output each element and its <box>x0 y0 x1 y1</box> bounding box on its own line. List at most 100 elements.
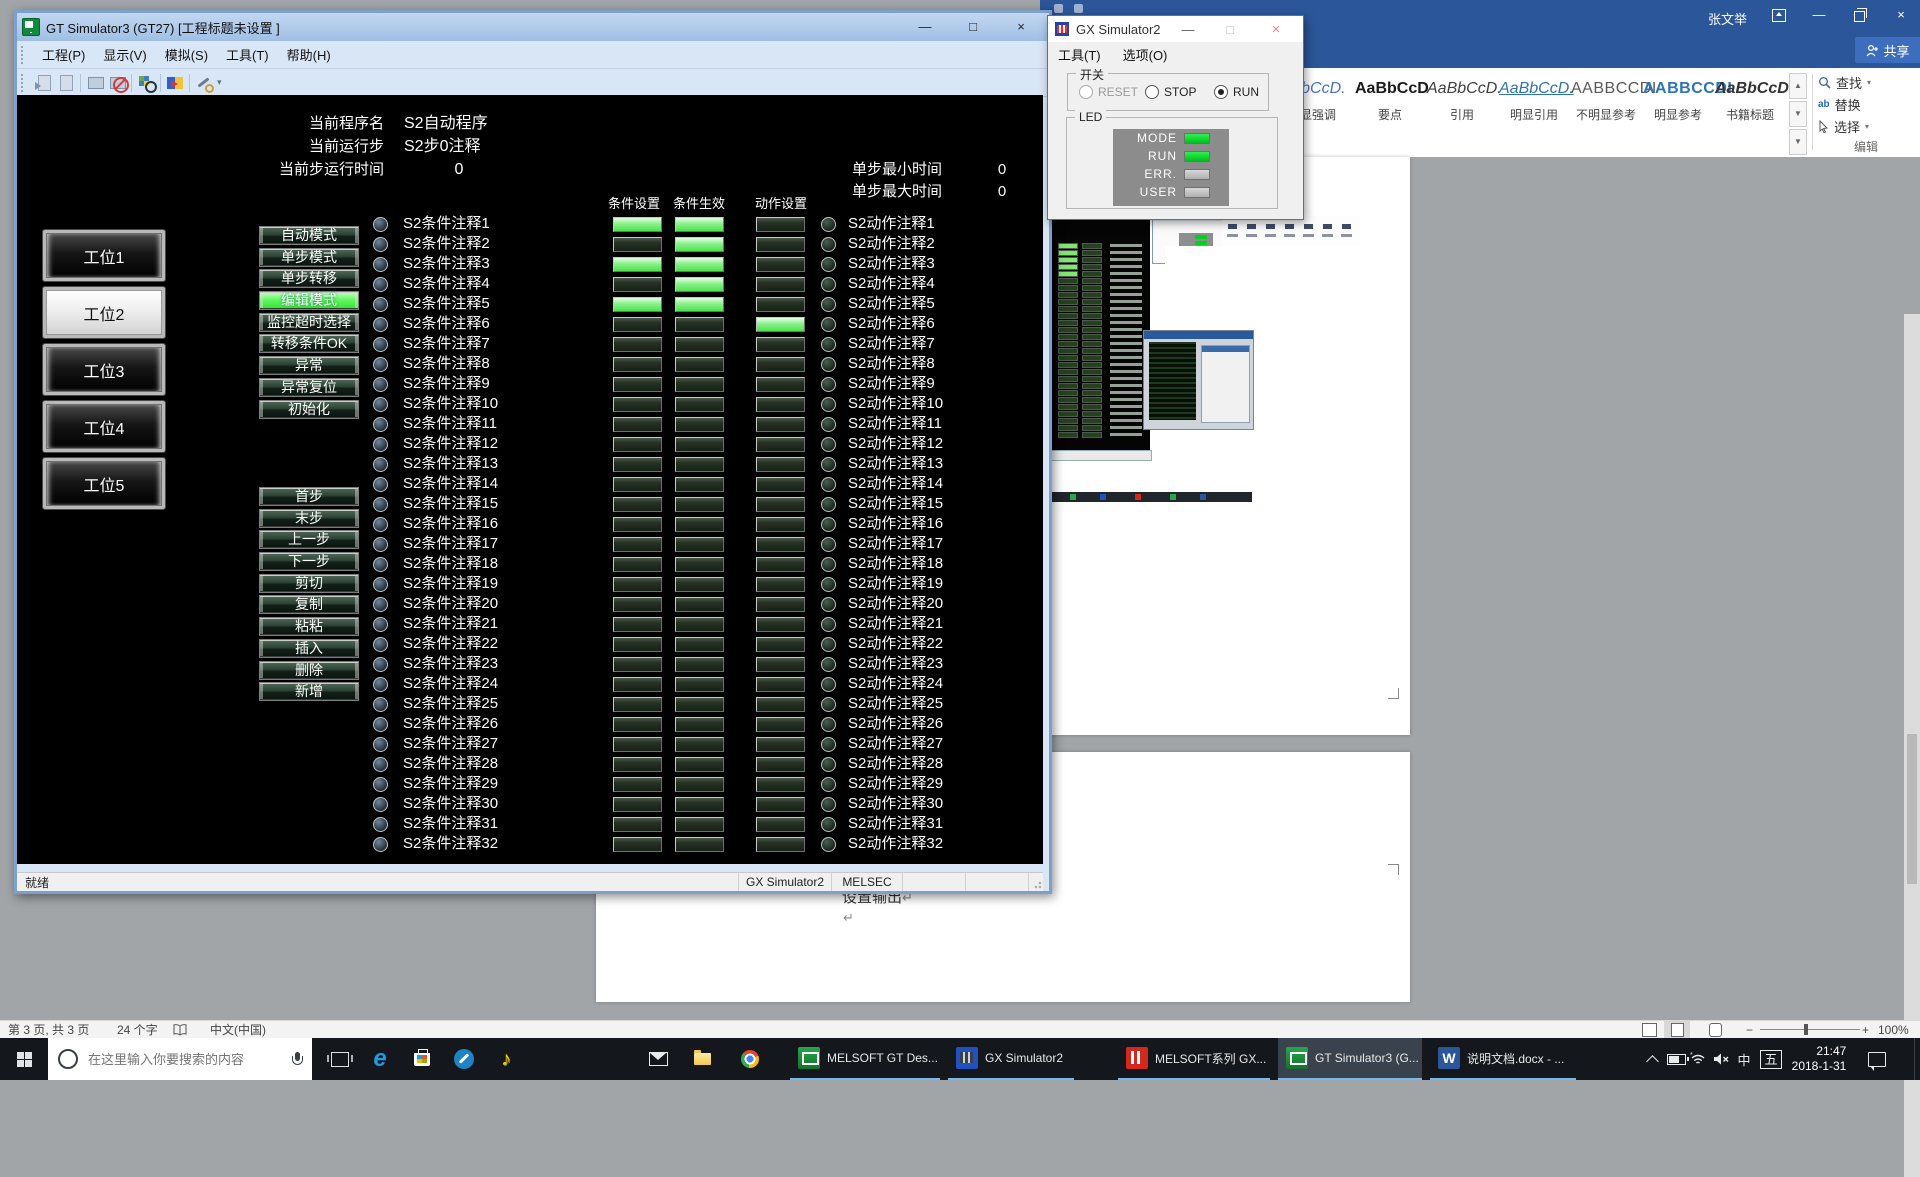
zoom-slider[interactable] <box>1760 1029 1860 1030</box>
zoom-level[interactable]: 100% <box>1878 1022 1909 1038</box>
page-info[interactable]: 第 3 页, 共 3 页 <box>8 1022 89 1038</box>
switch-radio[interactable]: STOP <box>1145 85 1196 99</box>
condition-set-led <box>613 497 662 512</box>
condition-indicator-icon <box>373 637 388 652</box>
gx-minimize-button[interactable]: — <box>1168 19 1208 40</box>
open-project-icon[interactable] <box>34 73 54 93</box>
switch-radio[interactable]: RUN <box>1214 85 1259 99</box>
condition-set-led <box>613 777 662 792</box>
ime-language-indicator[interactable]: 中 <box>1732 1038 1756 1080</box>
toolbar-more-icon[interactable]: ▾ <box>217 77 222 88</box>
style-gallery-item[interactable]: AABBCCDI 明显参考 <box>1643 74 1713 123</box>
tray-chevron-icon[interactable] <box>1640 1038 1664 1080</box>
action-indicator-icon <box>821 597 836 612</box>
option-setup-icon[interactable] <box>194 73 214 93</box>
ribbon-display-options-icon[interactable] <box>1762 4 1796 26</box>
resize-grip[interactable] <box>1028 873 1043 891</box>
gx-menu-item[interactable]: 选项(O) <box>1113 45 1180 64</box>
project-search-icon[interactable] <box>136 73 156 93</box>
search-input[interactable] <box>86 1051 292 1068</box>
clock[interactable]: 21:472018-1-31 <box>1788 1038 1850 1080</box>
style-gallery-item[interactable]: AaBbCcD. 明显引用 <box>1499 74 1569 123</box>
action-comment: S2动作注释5 <box>848 294 935 314</box>
taskbar-app-button[interactable]: MELSOFT系列 GX... <box>1118 1038 1270 1080</box>
transfer-icon[interactable] <box>165 73 185 93</box>
condition-set-led <box>613 677 662 692</box>
save-project-icon[interactable] <box>56 73 76 93</box>
gx-maximize-button[interactable]: □ <box>1210 19 1250 40</box>
style-gallery-item[interactable]: AaBbCcD 要点 <box>1355 74 1425 123</box>
gallery-down-icon[interactable]: ▼ <box>1789 101 1807 127</box>
condition-set-led <box>613 357 662 372</box>
taskbar-app-button[interactable]: GX Simulator2 <box>948 1038 1074 1080</box>
music-app-icon[interactable]: ♪ <box>488 1038 524 1080</box>
read-mode-icon[interactable] <box>1636 1021 1662 1038</box>
select-button[interactable]: 选择▾ <box>1818 116 1914 137</box>
zoom-slider-thumb[interactable] <box>1804 1024 1808 1035</box>
gt-title-bar[interactable]: GT Simulator3 (GT27) [工程标题未设置 ] — □ × <box>17 13 1049 41</box>
gt-maximize-button[interactable]: □ <box>954 17 992 37</box>
microphone-icon[interactable] <box>292 1052 302 1067</box>
app-icon <box>1286 1047 1308 1069</box>
word-minimize-button[interactable]: — <box>1802 4 1836 26</box>
start-button[interactable] <box>0 1038 48 1080</box>
proofing-icon[interactable] <box>173 1024 187 1036</box>
action-center-icon[interactable] <box>1862 1038 1892 1080</box>
ime-mode-indicator[interactable]: 五 <box>1758 1038 1784 1080</box>
taskbar-app-button[interactable]: GT Simulator3 (G... <box>1278 1038 1422 1080</box>
gt-menu-item[interactable]: 显示(V) <box>94 45 155 64</box>
condition-indicator-icon <box>373 277 388 292</box>
word-close-button[interactable]: × <box>1884 4 1918 26</box>
action-indicator-icon <box>821 277 836 292</box>
gt-minimize-button[interactable]: — <box>906 17 944 37</box>
monitor-start-icon[interactable] <box>85 73 105 93</box>
zoom-in-button[interactable]: + <box>1862 1022 1869 1038</box>
condition-comment: S2条件注释14 <box>403 474 498 494</box>
mail-icon[interactable] <box>640 1038 676 1080</box>
taskbar-app-button[interactable]: MELSOFT GT Des... <box>790 1038 940 1080</box>
taskbar-search[interactable] <box>48 1038 312 1080</box>
gallery-up-icon[interactable]: ▲ <box>1789 73 1807 99</box>
style-gallery-item[interactable]: AABBCCDI 不明显参考 <box>1571 74 1641 123</box>
gx-title-bar[interactable]: GX Simulator2 — □ × <box>1048 16 1303 42</box>
word-qat-save-icon[interactable] <box>1054 4 1063 13</box>
print-layout-icon[interactable] <box>1664 1021 1690 1038</box>
zoom-out-button[interactable]: − <box>1746 1022 1753 1038</box>
word-qat-undo-icon[interactable] <box>1074 4 1083 13</box>
gx-close-button[interactable]: × <box>1256 19 1296 40</box>
action-indicator-icon <box>821 717 836 732</box>
scrollbar-thumb[interactable] <box>1907 734 1917 884</box>
comment-row: S2条件注释6 S2动作注释6 <box>17 314 1043 334</box>
monitor-stop-icon[interactable] <box>107 73 127 93</box>
comment-row: S2条件注释28 S2动作注释28 <box>17 754 1043 774</box>
language-indicator[interactable]: 中文(中国) <box>210 1022 266 1038</box>
gx-menu-item[interactable]: 工具(T) <box>1048 45 1113 64</box>
switch-radio[interactable]: RESET <box>1079 85 1138 99</box>
gt-menu-item[interactable]: 帮助(H) <box>278 45 340 64</box>
style-gallery-item[interactable]: AaBbCcD 书籍标题 <box>1715 74 1785 123</box>
word-restore-button[interactable] <box>1842 4 1876 26</box>
gt-menu-item[interactable]: 模拟(S) <box>156 45 217 64</box>
style-gallery-item[interactable]: AaBbCcD. 引用 <box>1427 74 1497 123</box>
replace-button[interactable]: ab 替换 <box>1818 94 1914 115</box>
edge-icon[interactable]: e <box>362 1038 398 1080</box>
chrome-icon[interactable] <box>732 1038 768 1080</box>
taskbar-app-button[interactable]: 说明文档.docx - ... <box>1430 1038 1576 1080</box>
word-share-button[interactable]: 共享 <box>1855 37 1920 63</box>
gt-close-button[interactable]: × <box>1002 17 1040 37</box>
web-layout-icon[interactable] <box>1702 1021 1728 1038</box>
volume-muted-icon[interactable] <box>1708 1038 1734 1080</box>
show-desktop-button[interactable] <box>1914 1038 1920 1080</box>
gallery-expand-icon[interactable]: ▼ <box>1789 129 1807 155</box>
file-explorer-icon[interactable] <box>684 1038 720 1080</box>
settings-tool-icon[interactable] <box>446 1038 482 1080</box>
gt-menu-item[interactable]: 工程(P) <box>33 45 94 64</box>
wifi-icon[interactable]: * <box>1686 1038 1710 1080</box>
condition-active-led <box>675 657 724 672</box>
word-count[interactable]: 24 个字 <box>117 1022 158 1038</box>
gt-menu-item[interactable]: 工具(T) <box>217 45 278 64</box>
task-view-icon[interactable] <box>322 1038 358 1080</box>
find-button[interactable]: 查找▾ <box>1818 72 1914 93</box>
store-icon[interactable] <box>404 1038 440 1080</box>
condition-comment: S2条件注释6 <box>403 314 490 334</box>
